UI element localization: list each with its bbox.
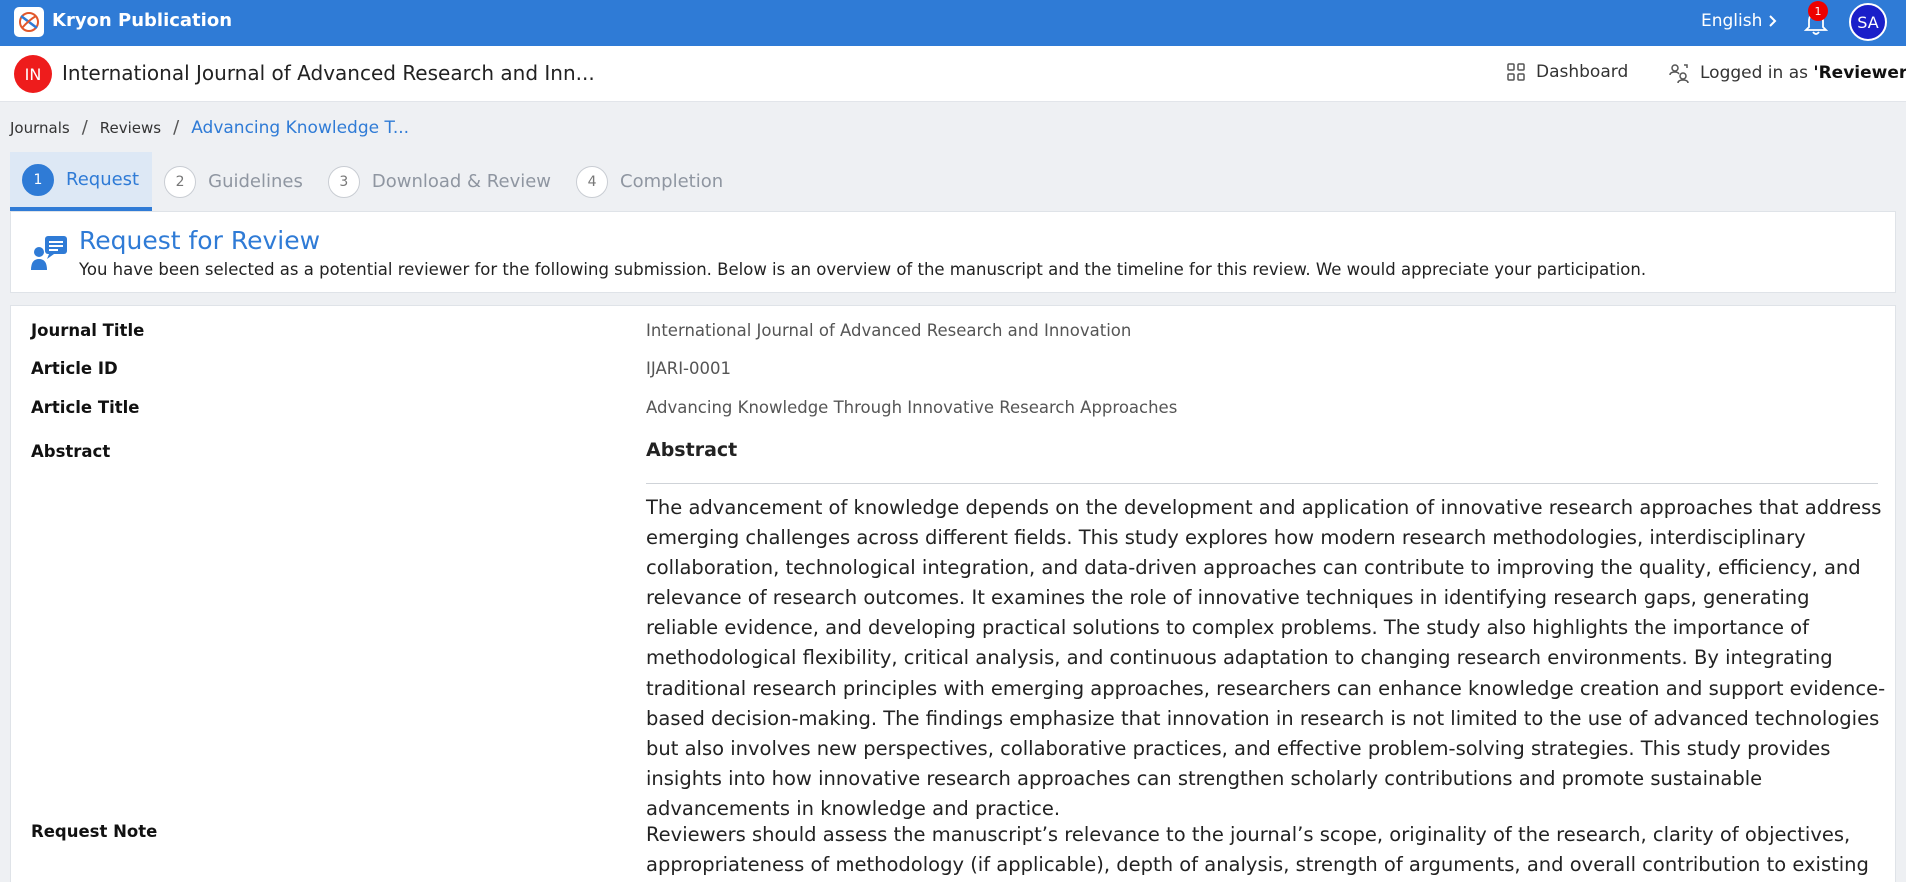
brand-name[interactable]: Kryon Publication bbox=[52, 10, 232, 31]
step-number: 3 bbox=[327, 165, 360, 198]
request-note-label: Request Note bbox=[31, 822, 158, 841]
step-number: 4 bbox=[576, 165, 609, 198]
user-avatar[interactable]: SA bbox=[1849, 3, 1887, 41]
step-completion[interactable]: 4 Completion bbox=[564, 152, 736, 211]
abstract-label: Abstract bbox=[31, 442, 111, 461]
user-switch-icon bbox=[1669, 64, 1689, 84]
journal-title-label: Journal Title bbox=[31, 321, 145, 340]
request-title: Request for Review bbox=[79, 226, 321, 255]
submission-details: Journal Title International Journal of A… bbox=[10, 305, 1896, 882]
logged-in-prefix: Logged in as bbox=[1700, 63, 1814, 83]
article-id-value: IJARI-0001 bbox=[646, 359, 732, 378]
abstract-heading: Abstract bbox=[646, 439, 738, 461]
step-label: Request bbox=[66, 169, 140, 190]
journal-title-value: International Journal of Advanced Resear… bbox=[646, 321, 1132, 340]
abstract-divider bbox=[646, 483, 1878, 484]
article-id-label: Article ID bbox=[31, 359, 118, 378]
journal-avatar: IN bbox=[14, 55, 52, 93]
language-selector[interactable]: English bbox=[1701, 11, 1778, 31]
review-stepper: 1 Request 2 Guidelines 3 Download & Revi… bbox=[10, 152, 736, 211]
logged-in-status: Logged in as 'Reviewer' bbox=[1668, 62, 1906, 84]
article-title-value: Advancing Knowledge Through Innovative R… bbox=[646, 398, 1178, 417]
request-description: You have been selected as a potential re… bbox=[79, 260, 1647, 279]
dashboard-label: Dashboard bbox=[1536, 62, 1629, 82]
breadcrumb-separator: / bbox=[81, 117, 88, 138]
article-title-label: Article Title bbox=[31, 398, 140, 417]
step-label: Completion bbox=[620, 171, 724, 192]
step-number: 2 bbox=[164, 165, 197, 198]
language-label: English bbox=[1701, 11, 1763, 31]
logged-in-role: 'Reviewer' bbox=[1813, 63, 1906, 83]
reviewer-chat-icon bbox=[31, 236, 67, 270]
breadcrumb: Journals / Reviews / Advancing Knowledge… bbox=[10, 117, 409, 138]
journal-name: International Journal of Advanced Resear… bbox=[62, 61, 595, 85]
step-number: 1 bbox=[22, 163, 54, 196]
breadcrumb-separator: / bbox=[173, 117, 180, 138]
breadcrumb-current: Advancing Knowledge T... bbox=[191, 117, 410, 138]
request-card: Request for Review You have been selecte… bbox=[10, 211, 1896, 293]
step-download-review[interactable]: 3 Download & Review bbox=[316, 152, 564, 211]
dashboard-link[interactable]: Dashboard bbox=[1506, 62, 1628, 82]
grid-icon bbox=[1507, 63, 1525, 81]
notification-badge: 1 bbox=[1808, 1, 1828, 21]
brand-logo-icon[interactable] bbox=[14, 7, 44, 37]
step-label: Download & Review bbox=[371, 171, 552, 192]
chevron-right-icon bbox=[1769, 15, 1777, 27]
breadcrumb-reviews[interactable]: Reviews bbox=[100, 119, 161, 137]
breadcrumb-journals[interactable]: Journals bbox=[10, 119, 70, 137]
step-guidelines[interactable]: 2 Guidelines bbox=[152, 152, 316, 211]
logged-in-text: Logged in as 'Reviewer' bbox=[1700, 63, 1906, 83]
step-request[interactable]: 1 Request bbox=[10, 152, 153, 211]
request-note-text: Reviewers should assess the manuscript’s… bbox=[646, 823, 1869, 877]
step-label: Guidelines bbox=[208, 171, 303, 192]
journal-header: IN International Journal of Advanced Res… bbox=[0, 46, 1906, 102]
abstract-text: The advancement of knowledge depends on … bbox=[646, 496, 1886, 820]
top-bar: Kryon Publication English 1 SA bbox=[0, 0, 1906, 46]
